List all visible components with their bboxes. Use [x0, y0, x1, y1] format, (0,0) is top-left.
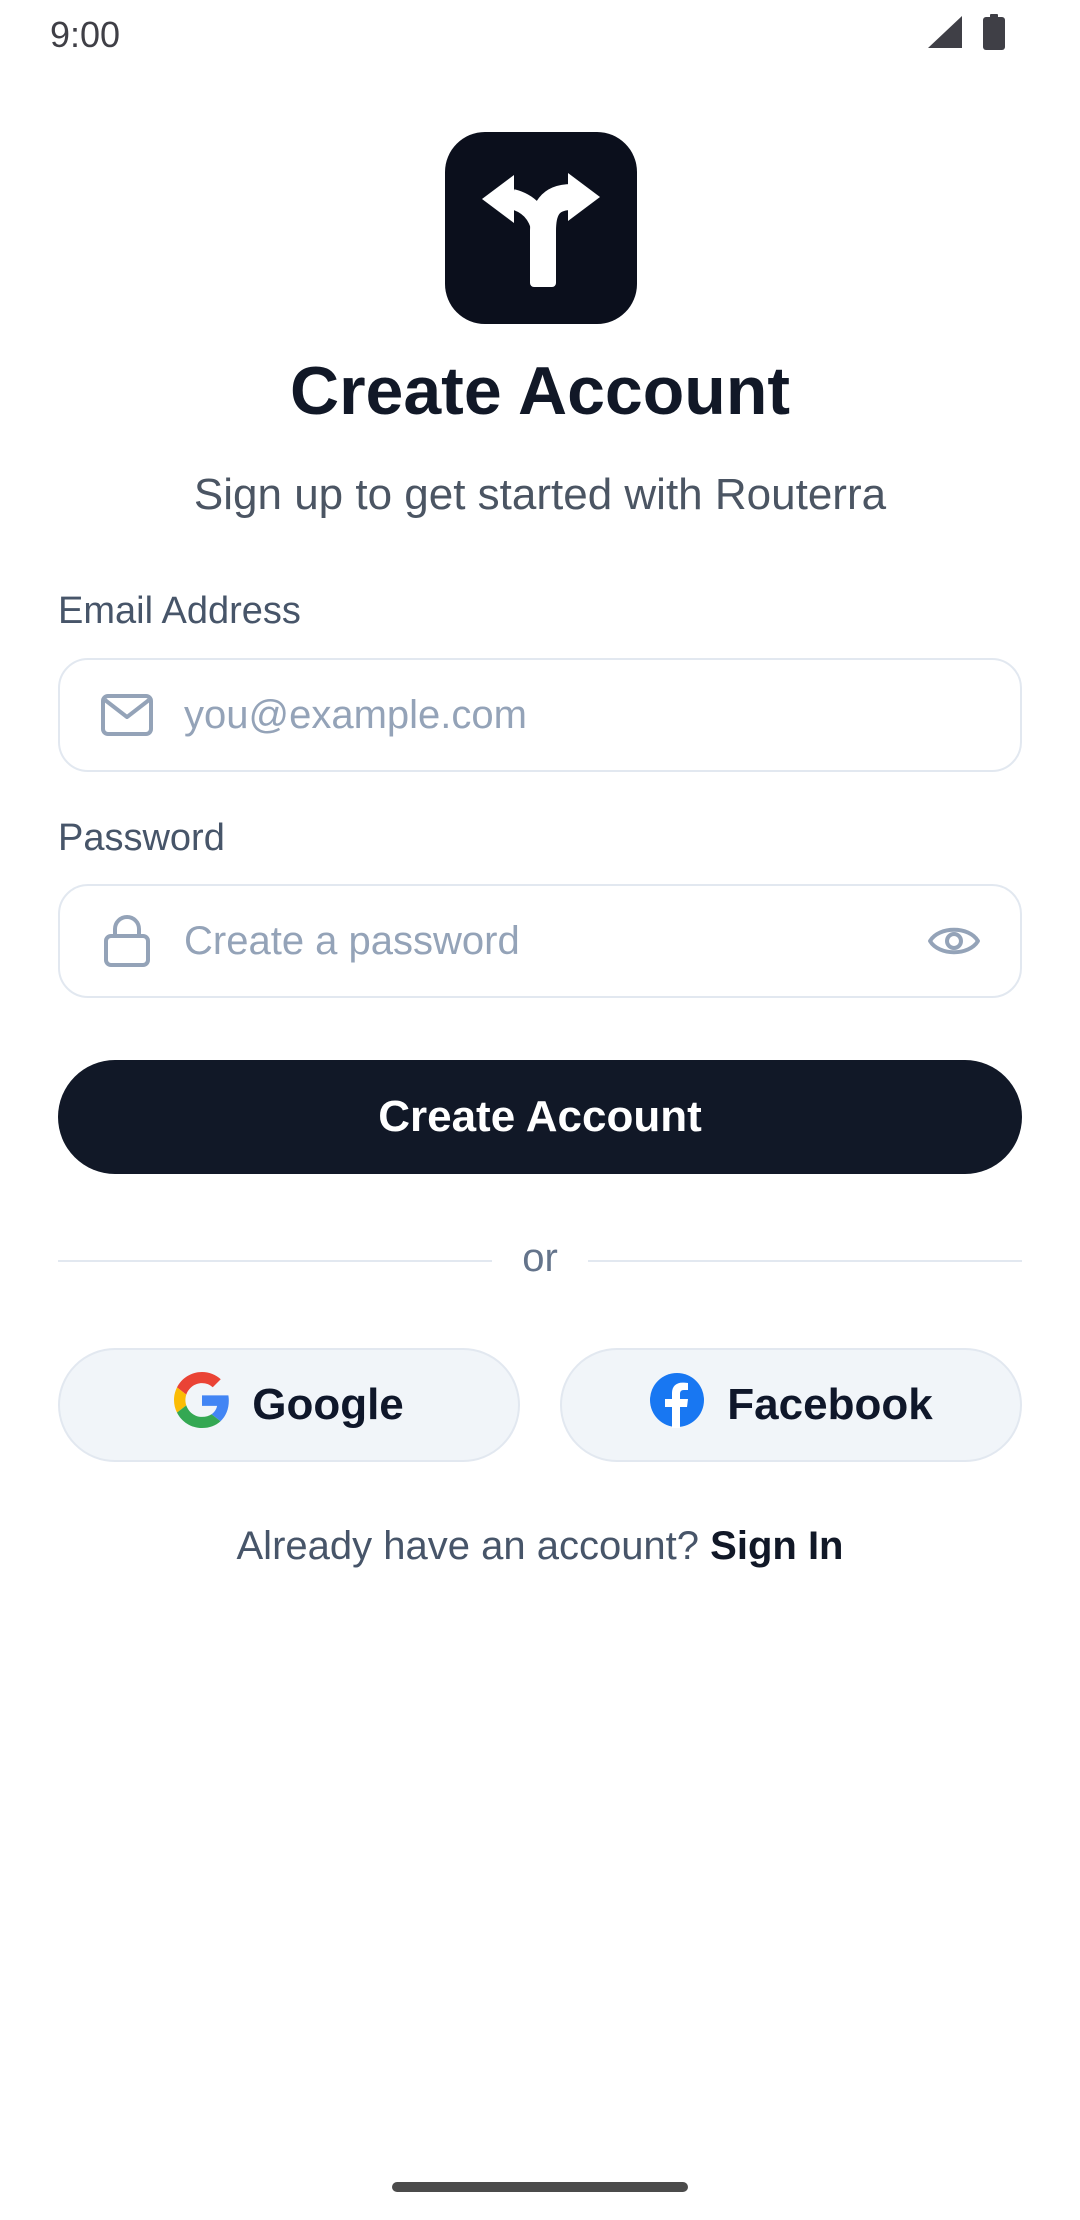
divider-line-right — [588, 1260, 1022, 1262]
facebook-icon — [649, 1372, 705, 1439]
status-bar: 9:00 — [0, 0, 1080, 72]
password-field[interactable] — [58, 884, 1022, 998]
eye-icon[interactable] — [926, 913, 982, 969]
password-input[interactable] — [184, 886, 910, 996]
signin-prompt-row: Already have an account? Sign In — [0, 1524, 1080, 1569]
signin-prompt: Already have an account? — [236, 1524, 700, 1568]
signin-link[interactable]: Sign In — [710, 1524, 843, 1568]
battery-icon — [982, 13, 1006, 55]
email-label: Email Address — [58, 590, 301, 632]
status-icons — [926, 13, 1006, 55]
mail-icon — [100, 688, 154, 742]
google-icon — [174, 1371, 230, 1439]
create-account-button[interactable]: Create Account — [58, 1060, 1022, 1174]
status-time: 9:00 — [50, 14, 121, 55]
page-subtitle: Sign up to get started with Routerra — [193, 470, 887, 519]
lock-icon — [100, 914, 154, 968]
divider-line-left — [58, 1260, 492, 1262]
google-button[interactable]: Google — [58, 1348, 520, 1462]
split-arrow-icon — [476, 161, 606, 296]
email-field[interactable] — [58, 658, 1022, 772]
password-label: Password — [58, 817, 225, 859]
email-input[interactable] — [184, 660, 910, 770]
page-title: Create Account — [289, 353, 791, 429]
facebook-button-label: Facebook — [727, 1380, 933, 1429]
divider-text: or — [522, 1236, 558, 1280]
facebook-button[interactable]: Facebook — [560, 1348, 1022, 1462]
app-logo — [445, 132, 637, 324]
home-indicator[interactable] — [392, 2182, 688, 2192]
signal-icon — [926, 14, 962, 55]
google-button-label: Google — [252, 1380, 404, 1429]
